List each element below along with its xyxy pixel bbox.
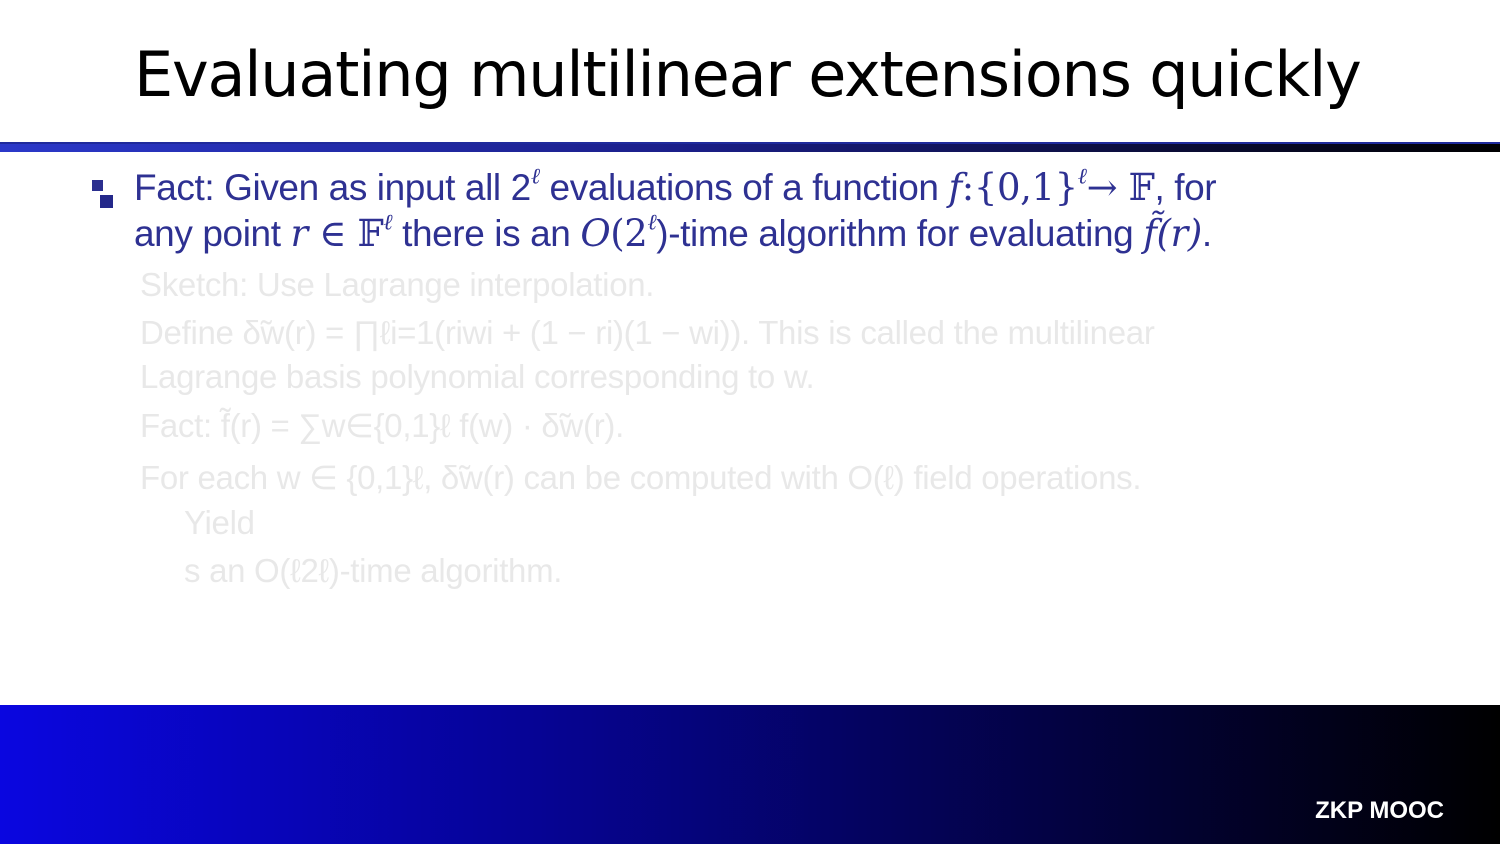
- footer-label: ZKP MOOC: [1315, 797, 1444, 824]
- footer-band: ZKP MOOC: [0, 705, 1500, 844]
- ghost-line-fact: Fact: f̃(r) = ∑w∈{0,1}ℓ f(w) · δ̃w(r).: [140, 407, 624, 444]
- ghost-line-lagrange: Lagrange basis polynomial corresponding …: [140, 358, 815, 395]
- fact-line-2: any point r ∈ 𝔽ℓ there is an O(2ℓ)-time …: [134, 209, 1212, 255]
- ghost-line-yield: Yield: [184, 504, 255, 541]
- fact-line-1: Fact: Given as input all 2ℓ evaluations …: [134, 163, 1217, 209]
- slide-title: Evaluating multilinear extensions quickl…: [134, 38, 1362, 111]
- ghost-line-algorithm: s an O(ℓ2ℓ)-time algorithm.: [184, 552, 563, 589]
- bullet-icon: [92, 180, 118, 210]
- ghost-line-sketch: Sketch: Use Lagrange interpolation.: [140, 266, 655, 303]
- ghost-line-foreach: For each w ∈ {0,1}ℓ, δ̃w(r) can be compu…: [140, 459, 1142, 496]
- title-divider: [0, 144, 1500, 152]
- ghost-line-define: Define δ̃w(r) = ∏ℓi=1(riwi + (1 − ri)(1 …: [140, 314, 1155, 351]
